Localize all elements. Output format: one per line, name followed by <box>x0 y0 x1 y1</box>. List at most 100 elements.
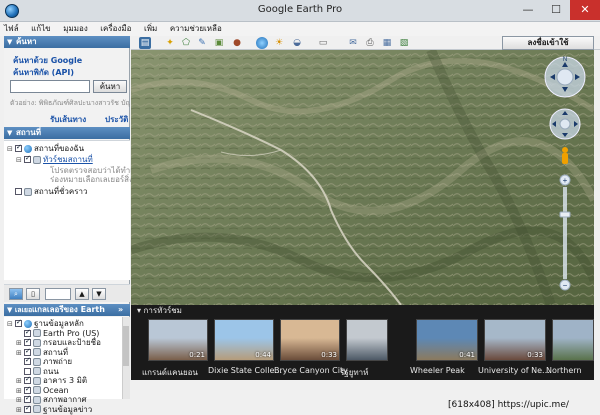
tour-label[interactable]: University of Ne... <box>478 366 554 375</box>
layer-item-label: ฐานข้อมูลหลัก <box>34 319 84 328</box>
layers-panel-header[interactable]: ▼ เลเยอ แกลเลอรีของ Earth » <box>4 304 130 316</box>
menu-help[interactable]: ความช่วยเหลือ <box>170 22 228 36</box>
layers-tab[interactable]: ▼ เลเยอ <box>7 304 32 316</box>
layer-item-label: Ocean <box>43 385 69 395</box>
layer-item[interactable]: ⊟ ฐานข้อมูลหลัก <box>7 317 84 329</box>
tour-thumbnail[interactable] <box>552 319 594 361</box>
move-down-icon[interactable]: ▼ <box>92 288 106 300</box>
tour-label[interactable]: Dixie State Colle... <box>208 366 282 375</box>
tour-thumbnail[interactable]: 0:41 <box>416 319 478 361</box>
search-input[interactable] <box>10 80 90 93</box>
layers-scroll-thumb[interactable] <box>123 326 129 366</box>
tour-gallery-header[interactable]: ▾ การทัวร์ชม <box>137 305 182 316</box>
sunlight-icon[interactable]: ☀ <box>273 37 285 49</box>
tree-item-label: สถานที่ของฉัน <box>34 144 85 153</box>
street-view-pegman-icon[interactable] <box>562 147 568 164</box>
expand-toggle-icon[interactable]: ⊞ <box>16 386 24 396</box>
tree-item-label[interactable]: ทัวร์ชมสถานที่ <box>43 155 93 164</box>
email-icon[interactable]: ✉ <box>347 37 359 49</box>
print-icon[interactable]: ⎙ <box>364 37 376 49</box>
layer-item-label: กรอบและป้ายชื่อ <box>43 338 101 347</box>
layer-item-label: สภาพอากาศ <box>43 395 87 404</box>
search-tab-api[interactable]: ค้นหาพิกัด (API) <box>13 66 74 79</box>
menu-edit[interactable]: แก้ไข <box>31 22 57 36</box>
tour-thumbnail[interactable]: 0:21 <box>148 319 208 361</box>
panel-toggle-icon[interactable]: ▯ <box>26 288 40 300</box>
polygon-icon[interactable]: ⬠ <box>180 37 192 49</box>
move-up-icon[interactable]: ▲ <box>75 288 89 300</box>
checkbox[interactable] <box>24 153 31 163</box>
menu-file[interactable]: ไฟล์ <box>4 22 25 36</box>
tour-duration: 0:44 <box>255 351 271 359</box>
maximize-button[interactable]: ☐ <box>542 0 570 20</box>
checkbox[interactable] <box>15 142 22 152</box>
sign-in-button[interactable]: ลงชื่อเข้าใช้ <box>502 36 594 50</box>
folder-icon <box>24 187 32 196</box>
planets-icon[interactable]: ◒ <box>291 37 303 49</box>
places-panel-header[interactable]: ▼ สถานที่ <box>4 127 130 139</box>
layer-item[interactable]: ถนน <box>16 367 59 377</box>
checkbox[interactable] <box>15 317 22 327</box>
record-tour-icon[interactable]: ● <box>231 37 243 49</box>
checkbox[interactable] <box>24 403 31 413</box>
placemark-icon[interactable]: ✦ <box>164 37 176 49</box>
tree-item-temporary-places[interactable]: สถานที่ชั่วคราว <box>7 187 88 197</box>
path-icon[interactable]: ✎ <box>196 37 208 49</box>
tour-label[interactable]: แกรนด์แคนยอน <box>142 366 216 379</box>
checkbox[interactable] <box>15 188 22 195</box>
image-overlay-icon[interactable]: ▣ <box>213 37 225 49</box>
move-joystick[interactable] <box>549 108 581 140</box>
zoom-slider[interactable]: + − <box>559 174 571 291</box>
expand-toggle-icon[interactable]: ⊟ <box>7 319 15 329</box>
earth-map-view[interactable] <box>131 50 594 305</box>
history-link[interactable]: ประวัติ <box>105 113 128 126</box>
more-chevron-icon[interactable]: » <box>118 304 123 316</box>
layer-item[interactable]: ⊞ ฐานข้อมูลข่าว <box>16 403 92 415</box>
svg-text:+: + <box>563 176 568 185</box>
tree-item-my-places[interactable]: ⊟ สถานที่ของฉัน <box>7 142 85 154</box>
tour-label[interactable]: Wheeler Peak <box>410 366 486 375</box>
close-button[interactable]: ✕ <box>570 0 600 20</box>
look-around-compass[interactable]: N <box>544 56 586 98</box>
layer-icon <box>33 386 41 394</box>
layer-item-label: อาคาร 3 มิติ <box>43 376 88 385</box>
menu-tools[interactable]: เครื่องมือ <box>100 22 137 36</box>
expand-toggle-icon[interactable]: ⊟ <box>7 144 15 154</box>
folder-icon <box>33 155 41 164</box>
tour-thumbnail[interactable] <box>346 319 388 361</box>
get-directions-link[interactable]: รับเส้นทาง <box>50 113 86 126</box>
checkbox[interactable] <box>24 355 31 365</box>
expand-toggle-icon[interactable]: ⊞ <box>16 348 24 358</box>
search-places-icon[interactable]: ⌕ <box>9 288 23 300</box>
tour-label[interactable]: Bryce Canyon City <box>274 366 348 375</box>
expand-toggle-icon[interactable]: ⊞ <box>16 395 24 405</box>
places-filter-input[interactable] <box>45 288 71 300</box>
svg-text:−: − <box>563 281 568 290</box>
sidebar-toggle-icon[interactable]: ▤ <box>139 37 151 49</box>
tour-thumbnail[interactable]: 0:33 <box>280 319 340 361</box>
historical-imagery-icon[interactable] <box>256 37 268 49</box>
tour-thumbnail[interactable]: 0:44 <box>214 319 274 361</box>
menu-view[interactable]: มุมมอง <box>63 22 94 36</box>
layer-item[interactable]: ⊞ สถานที่ <box>16 346 68 358</box>
minimize-button[interactable]: — <box>514 0 542 20</box>
earth-gallery-tab[interactable]: แกลเลอรีของ Earth <box>32 304 105 316</box>
search-button[interactable]: ค้นหา <box>93 80 127 93</box>
layer-item[interactable]: ภาพถ่าย <box>16 355 72 367</box>
expand-toggle-icon[interactable]: ⊞ <box>16 405 24 415</box>
expand-toggle-icon[interactable]: ⊞ <box>16 338 24 348</box>
menu-add[interactable]: เพิ่ม <box>144 22 163 36</box>
ruler-icon[interactable]: ▭ <box>317 37 329 49</box>
tour-label[interactable]: Northern <box>546 366 600 375</box>
expand-toggle-icon[interactable]: ⊟ <box>16 155 24 165</box>
expand-toggle-icon[interactable]: ⊞ <box>16 376 24 386</box>
satellite-terrain <box>131 50 594 305</box>
layer-item-label: สถานที่ <box>43 347 68 357</box>
tour-label[interactable]: รัฐยูทาห์ <box>340 366 396 379</box>
view-in-maps-icon[interactable]: ▧ <box>398 37 410 49</box>
search-panel-header[interactable]: ▼ ค้นหา <box>4 36 130 48</box>
save-image-icon[interactable]: ▦ <box>381 37 393 49</box>
tree-item-sightseeing-tour[interactable]: ⊟ ทัวร์ชมสถานที่ <box>16 153 93 165</box>
tour-thumbnail[interactable]: 0:33 <box>484 319 546 361</box>
layer-item[interactable]: ⊞ Ocean <box>16 384 69 396</box>
